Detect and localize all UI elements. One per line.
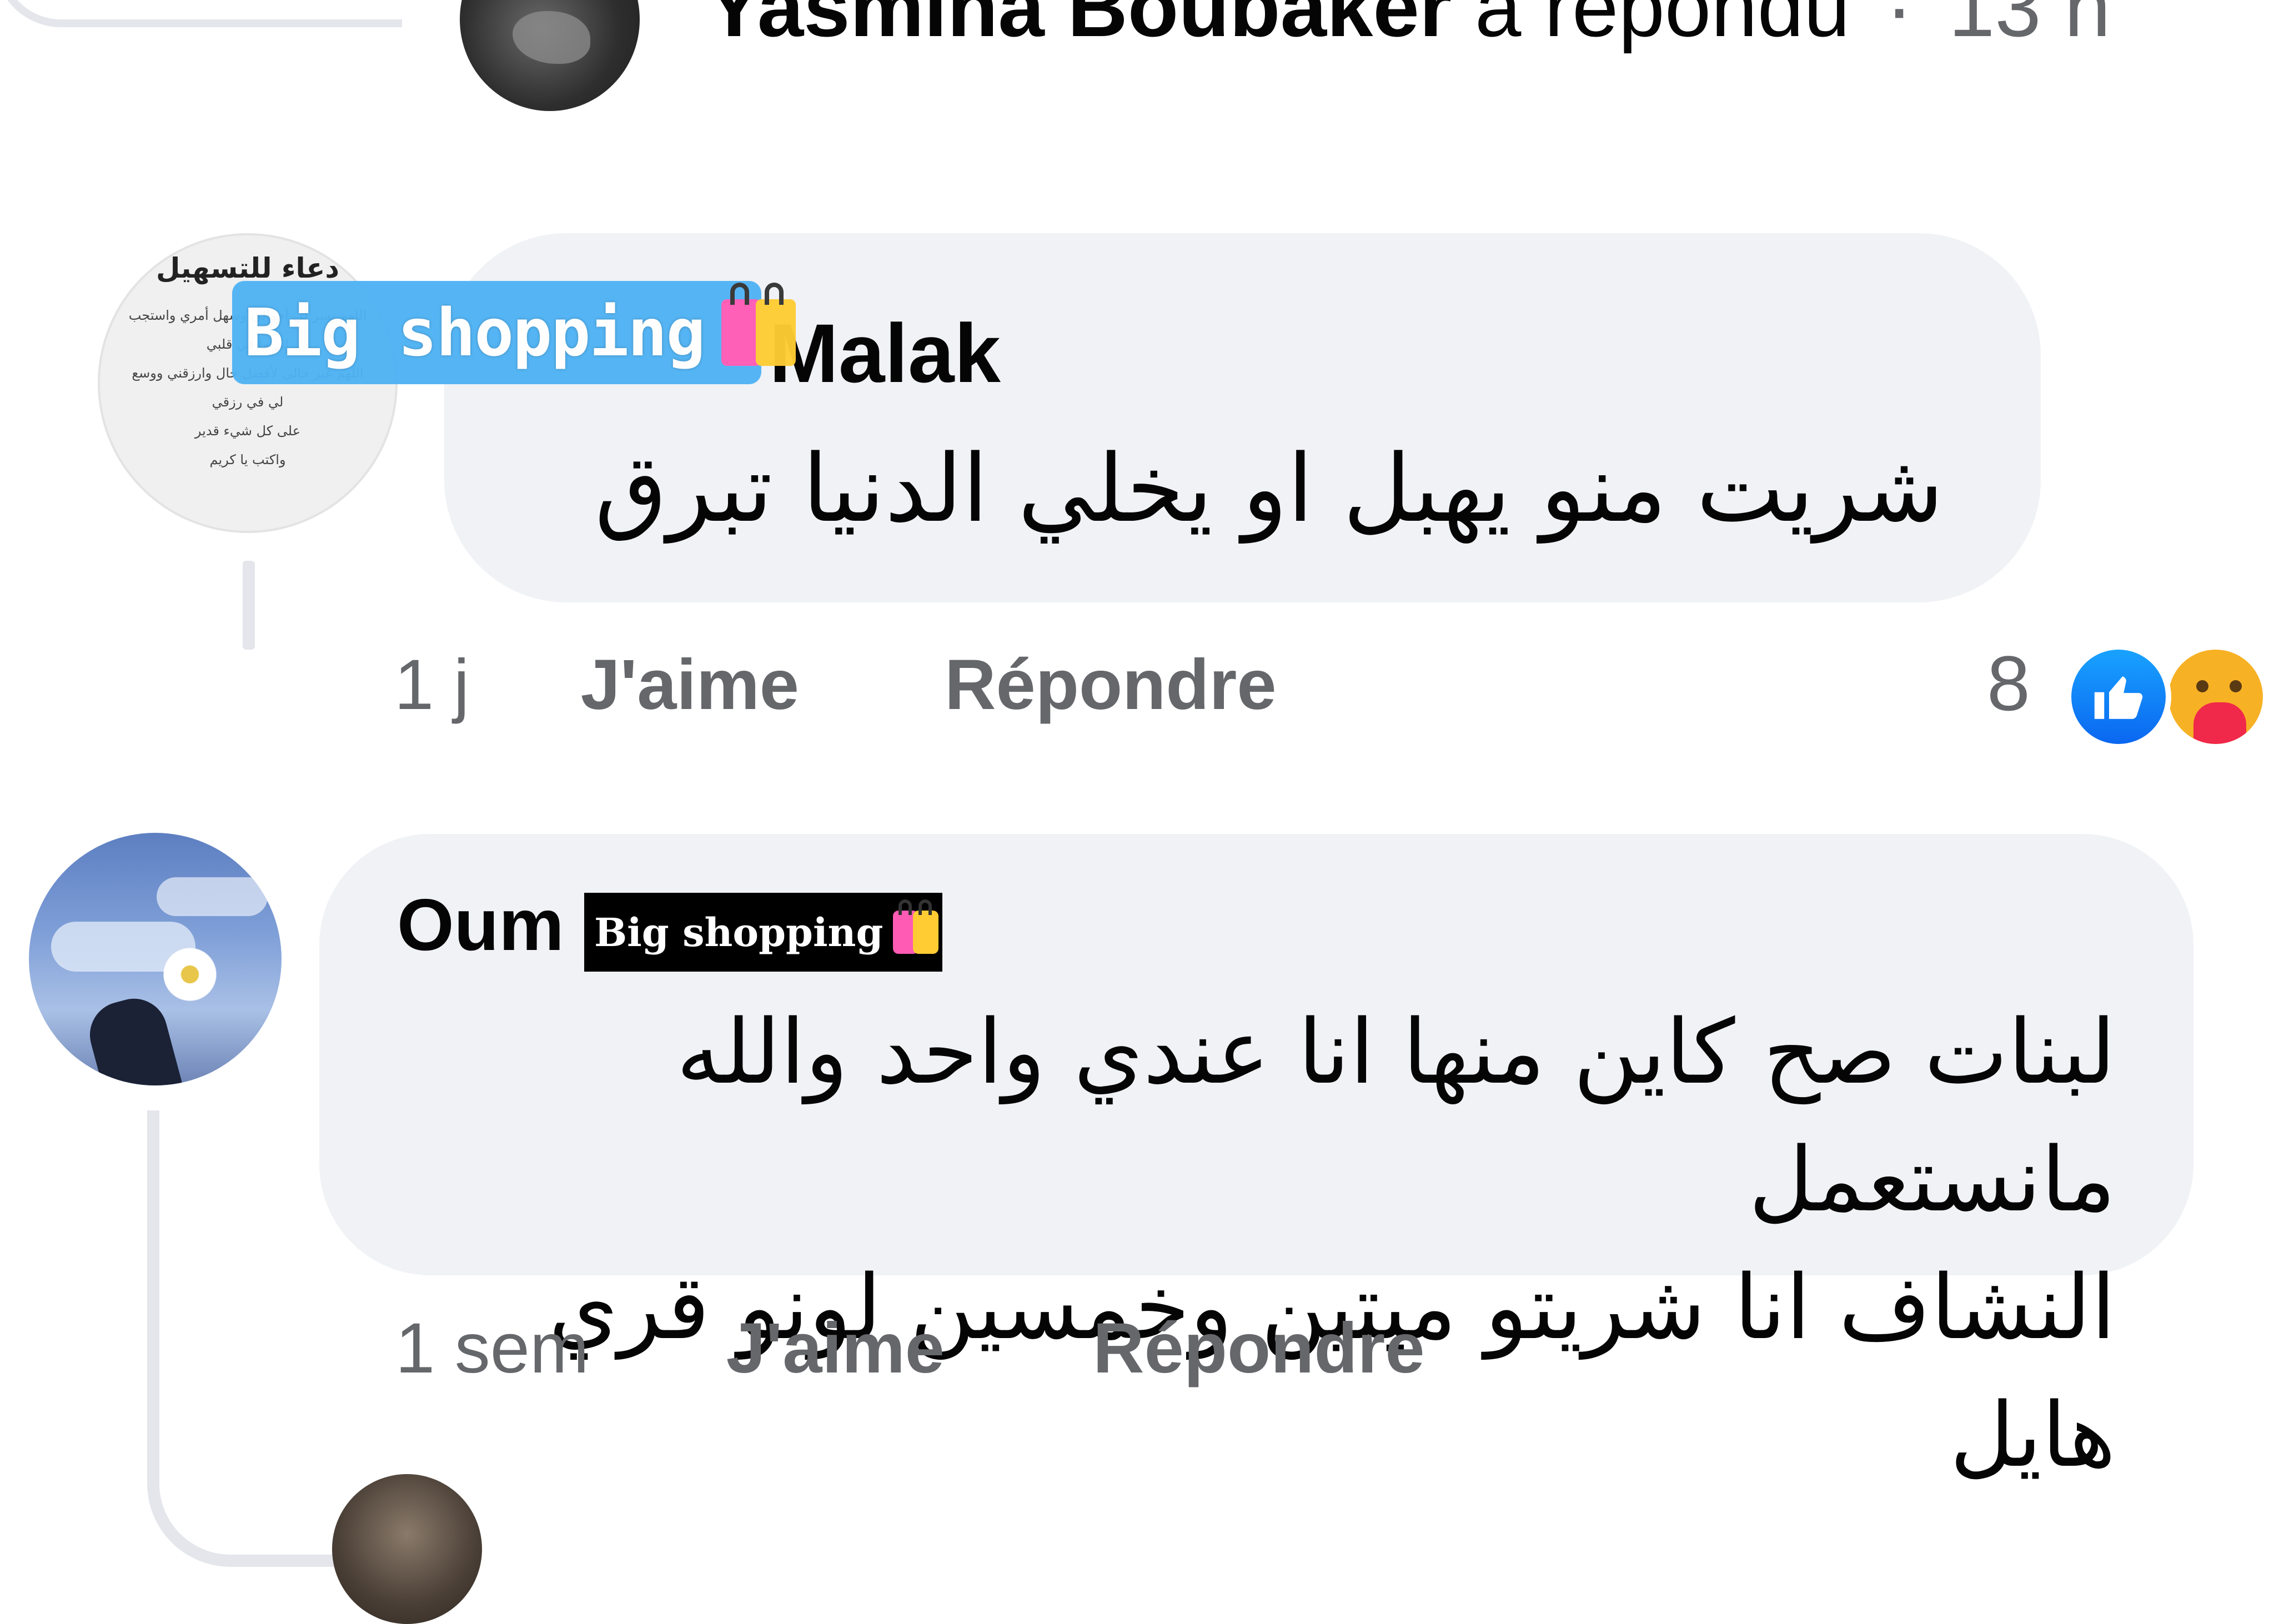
reply-summary[interactable]: Yasmina Boubaker a répondu · 13 h — [706, 0, 2111, 49]
comment-time[interactable]: 1 sem — [395, 1308, 706, 1389]
like-button[interactable]: J'aime — [726, 1308, 1073, 1389]
comment-time[interactable]: 1 j — [394, 644, 561, 726]
reply-time: 13 h — [1948, 0, 2111, 54]
comment-text: لبنات صح كاين منها انا عندي واحد والله م… — [389, 988, 2116, 1499]
comment-author-name[interactable]: Malak — [769, 305, 1001, 401]
sticker-text: Big shopping — [594, 909, 884, 956]
thread-connector — [243, 561, 255, 650]
avatar-next-comment[interactable] — [332, 1474, 482, 1624]
like-thumb-icon[interactable] — [2066, 644, 2171, 750]
big-shopping-sticker: Big shopping — [584, 893, 942, 972]
comment-text-line: لبنات صح كاين منها انا عندي واحد والله م… — [676, 1000, 2116, 1231]
care-emoji-icon[interactable] — [2163, 644, 2268, 750]
reply-button[interactable]: Répondre — [945, 644, 1276, 726]
avatar-caption-title: دعاء للتسهيل — [155, 252, 340, 284]
thread-connector-top — [0, 0, 402, 27]
reaction-count[interactable]: 8 — [1987, 638, 2030, 728]
separator-dot: · — [1885, 0, 1914, 54]
reply-action: a répondu — [1474, 0, 1850, 54]
avatar-yasmina[interactable] — [460, 0, 640, 111]
comment-actions: 1 sem J'aime Répondre — [395, 1308, 1425, 1389]
shopping-bags-icon — [893, 899, 939, 954]
reply-button[interactable]: Répondre — [1093, 1308, 1424, 1389]
big-shopping-sticker: Big shopping — [232, 281, 796, 384]
reply-author-name[interactable]: Yasmina Boubaker — [706, 0, 1452, 54]
comment-actions: 1 j J'aime Répondre — [394, 644, 1277, 726]
like-button[interactable]: J'aime — [581, 644, 925, 726]
comment-author-name[interactable]: Oum — [397, 883, 564, 967]
avatar-oum[interactable] — [29, 833, 282, 1085]
comment-text: شريت منو يهبل او يخلي الدنيا تبرق — [594, 434, 1944, 543]
sticker-text: Big shopping — [244, 294, 706, 371]
shopping-bags-icon — [721, 283, 796, 366]
